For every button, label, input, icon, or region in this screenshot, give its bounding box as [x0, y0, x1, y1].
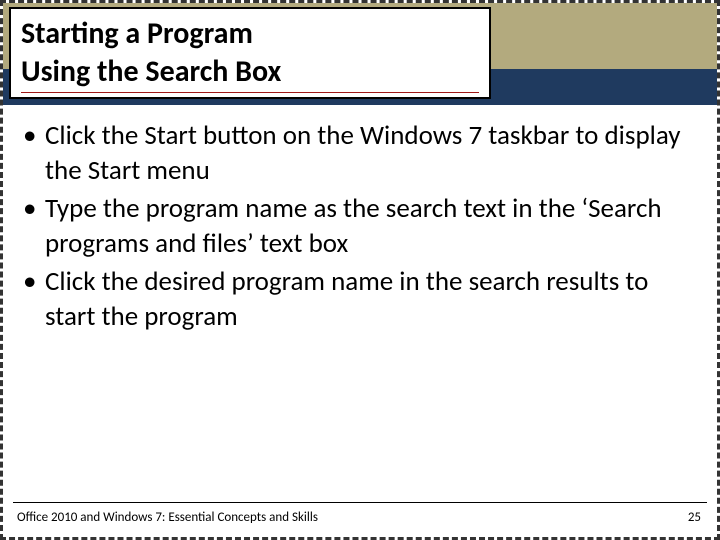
list-item: • Click the Start button on the Windows …	[21, 119, 687, 188]
bullet-icon: •	[21, 192, 45, 227]
slide-title-line1: Starting a Program	[21, 15, 479, 53]
list-item: • Type the program name as the search te…	[21, 192, 687, 261]
bullet-text: Click the desired program name in the se…	[45, 265, 687, 334]
bullet-text: Type the program name as the search text…	[45, 192, 687, 261]
footer-text: Office 2010 and Windows 7: Essential Con…	[17, 510, 318, 525]
slide: Starting a Program Using the Search Box …	[0, 0, 720, 540]
bullet-icon: •	[21, 119, 45, 154]
slide-title-line2: Using the Search Box	[21, 53, 479, 91]
title-box: Starting a Program Using the Search Box	[9, 7, 491, 99]
title-underline	[21, 92, 479, 93]
bullet-text: Click the Start button on the Windows 7 …	[45, 119, 687, 188]
footer-divider	[13, 502, 707, 503]
slide-body: • Click the Start button on the Windows …	[21, 119, 687, 338]
list-item: • Click the desired program name in the …	[21, 265, 687, 334]
bullet-icon: •	[21, 265, 45, 300]
page-number: 25	[688, 510, 701, 525]
